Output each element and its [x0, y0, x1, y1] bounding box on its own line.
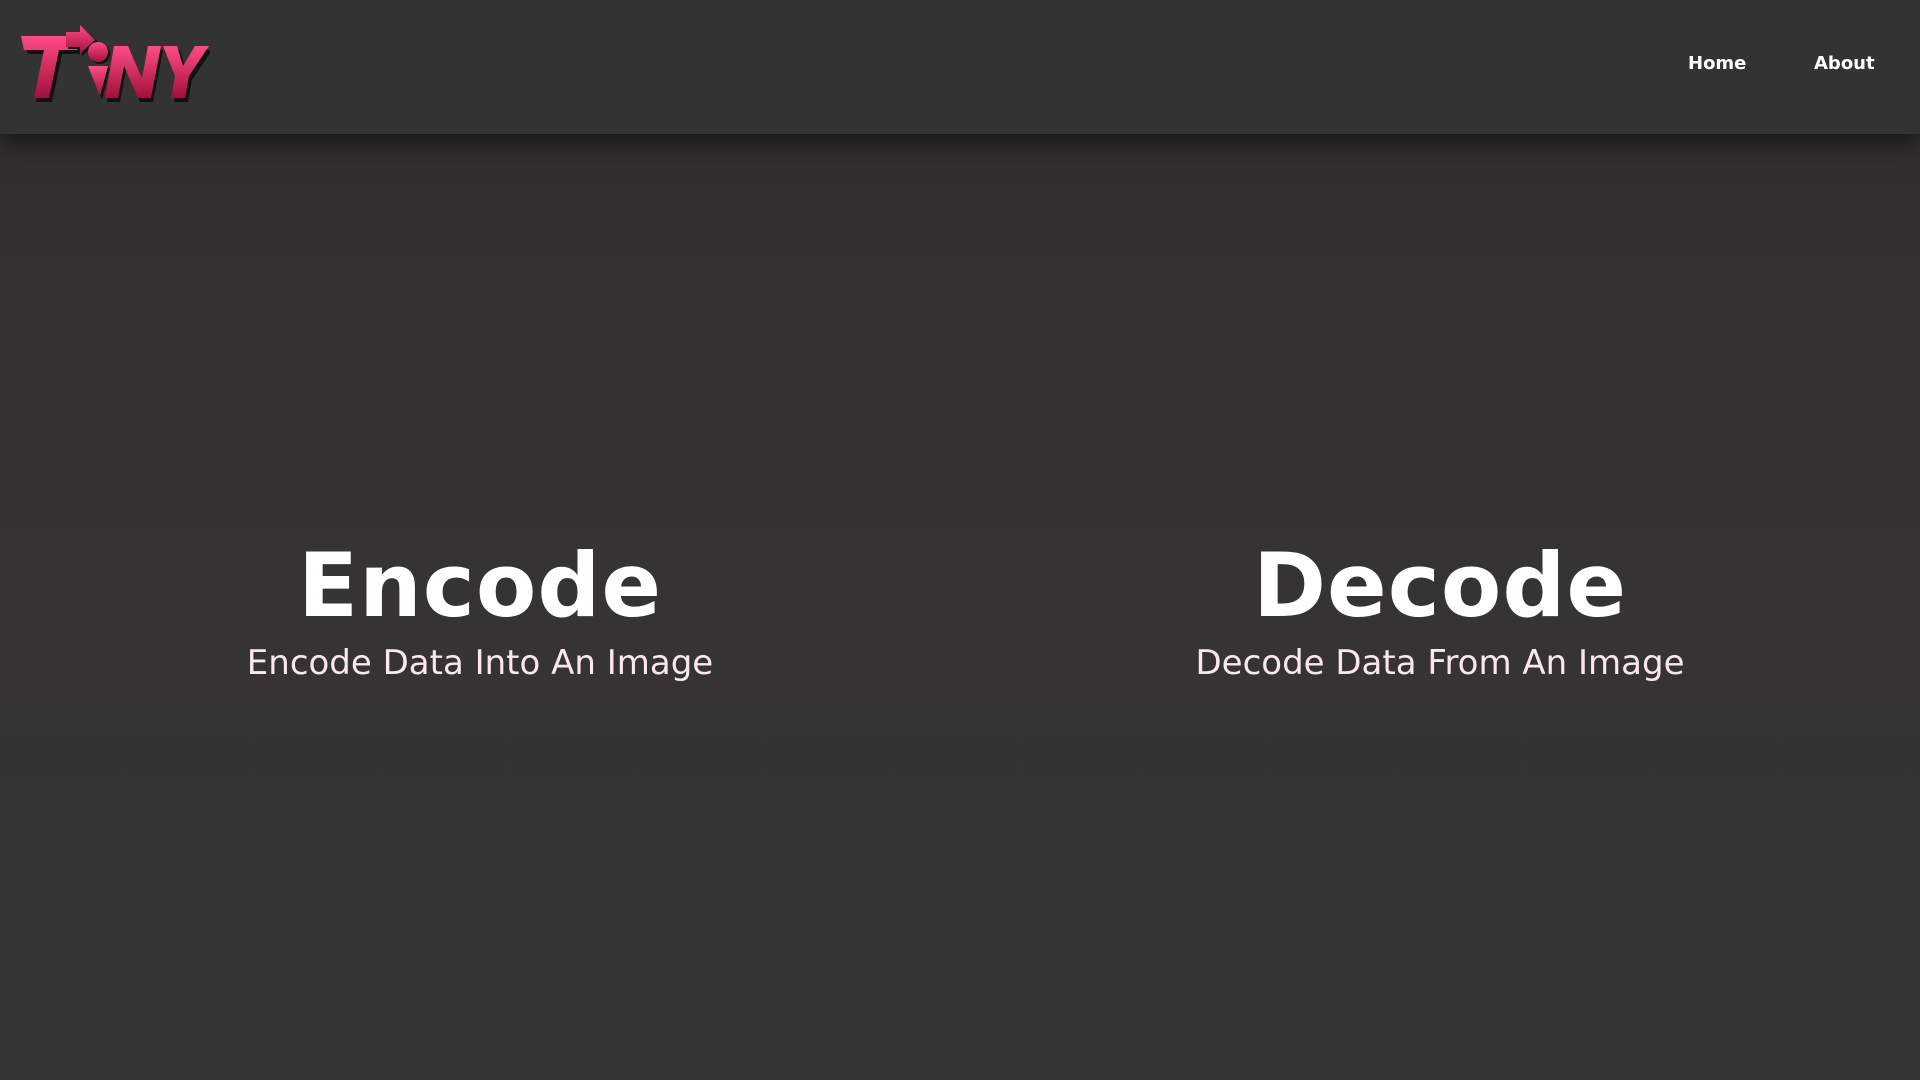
decode-title: Decode: [1252, 534, 1628, 637]
encode-title: Encode: [297, 534, 663, 637]
decode-subtitle: Decode Data From An Image: [1195, 643, 1685, 683]
tiny-logo-graphic: [21, 25, 212, 102]
tiny-logo[interactable]: [20, 24, 212, 106]
encode-subtitle: Encode Data Into An Image: [246, 643, 714, 683]
navbar: Home About: [0, 0, 1920, 134]
decode-panel[interactable]: Decode Decode Data From An Image: [960, 536, 1920, 686]
encode-panel[interactable]: Encode Encode Data Into An Image: [0, 536, 960, 686]
main-content: Encode Encode Data Into An Image Decode …: [0, 134, 1920, 1080]
nav-home-link[interactable]: Home: [1688, 53, 1746, 74]
nav-about-link[interactable]: About: [1814, 53, 1875, 74]
